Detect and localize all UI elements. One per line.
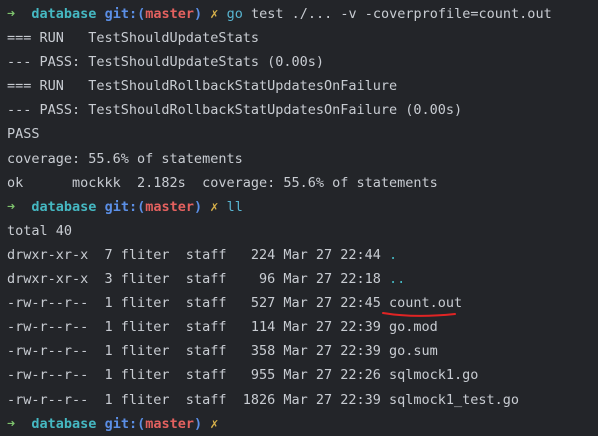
terminal-window[interactable]: ➜ database git:(master) ✗ go test ./... … [0,0,598,433]
prompt-arrow-icon: ➜ [7,415,16,432]
prompt-git-close: ) [194,415,203,432]
listing-meta: -rw-r--r-- 1 fliter staff 527 Mar 27 22:… [7,295,390,312]
listing-meta: -rw-r--r-- 1 fliter staff 1826 Mar 27 22… [7,391,390,408]
prompt-directory: database [31,198,97,215]
prompt-directory: database [31,415,97,432]
listing-row: -rw-r--r-- 1 fliter staff 114 Mar 27 22:… [7,315,598,339]
output-line: ok mockkk 2.182s coverage: 55.6% of stat… [7,174,438,191]
listing-filename: go.sum [389,343,438,360]
listing-filename: . [389,246,398,263]
prompt-branch: master [145,198,194,215]
listing-filename: count.out [389,295,463,312]
listing-meta: drwxr-xr-x 3 fliter staff 96 Mar 27 22:1… [7,271,390,288]
output-line: --- PASS: TestShouldUpdateStats (0.00s) [7,54,324,71]
prompt-arrow-icon: ➜ [7,6,16,22]
listing-meta: -rw-r--r-- 1 fliter staff 114 Mar 27 22:… [7,319,390,336]
prompt-branch: master [145,6,194,22]
listing-meta: -rw-r--r-- 1 fliter staff 955 Mar 27 22:… [7,367,390,384]
command-name: ll [226,198,243,215]
prompt-line-3[interactable]: ➜ database git:(master) ✗ [7,412,598,436]
listing-meta: drwxr-xr-x 7 fliter staff 224 Mar 27 22:… [7,246,390,263]
command-args: test ./... -v -coverprofile=count.out [250,6,552,22]
listing-filename: sqlmock1.go [389,367,479,384]
prompt-branch: master [145,415,194,432]
dirty-mark-icon: ✗ [210,415,219,432]
output-line: --- PASS: TestShouldRollbackStatUpdatesO… [7,102,463,119]
listing-row: drwxr-xr-x 7 fliter staff 224 Mar 27 22:… [7,243,598,267]
listing-row: -rw-r--r-- 1 fliter staff 527 Mar 27 22:… [7,291,598,315]
command-name: go [226,6,243,22]
prompt-git-close: ) [194,6,203,22]
prompt-arrow-icon: ➜ [7,198,16,215]
listing-row: -rw-r--r-- 1 fliter staff 955 Mar 27 22:… [7,363,598,387]
listing-row: -rw-r--r-- 1 fliter staff 1826 Mar 27 22… [7,388,598,412]
red-underline-annotation [382,312,456,317]
listing-row: drwxr-xr-x 3 fliter staff 96 Mar 27 22:1… [7,267,598,291]
dirty-mark-icon: ✗ [210,6,219,22]
output-line: PASS [7,126,40,143]
prompt-line-1: ➜ database git:(master) ✗ go test ./... … [7,2,598,26]
prompt-git-label: git:( [104,6,146,22]
output-line: === RUN TestShouldRollbackStatUpdatesOnF… [7,78,398,95]
listing-row: -rw-r--r-- 1 fliter staff 358 Mar 27 22:… [7,339,598,363]
prompt-git-close: ) [194,198,203,215]
listing-filename: go.mod [389,319,438,336]
dirty-mark-icon: ✗ [210,198,219,215]
prompt-git-label: git:( [104,415,146,432]
listing-total: total 40 [7,222,73,239]
prompt-line-2: ➜ database git:(master) ✗ ll [7,195,598,219]
output-line: coverage: 55.6% of statements [7,150,243,167]
output-line: === RUN TestShouldUpdateStats [7,30,259,47]
listing-filename: .. [389,271,406,288]
listing-meta: -rw-r--r-- 1 fliter staff 358 Mar 27 22:… [7,343,390,360]
prompt-directory: database [31,6,97,22]
prompt-git-label: git:( [104,198,146,215]
listing-filename: sqlmock1_test.go [389,391,520,408]
